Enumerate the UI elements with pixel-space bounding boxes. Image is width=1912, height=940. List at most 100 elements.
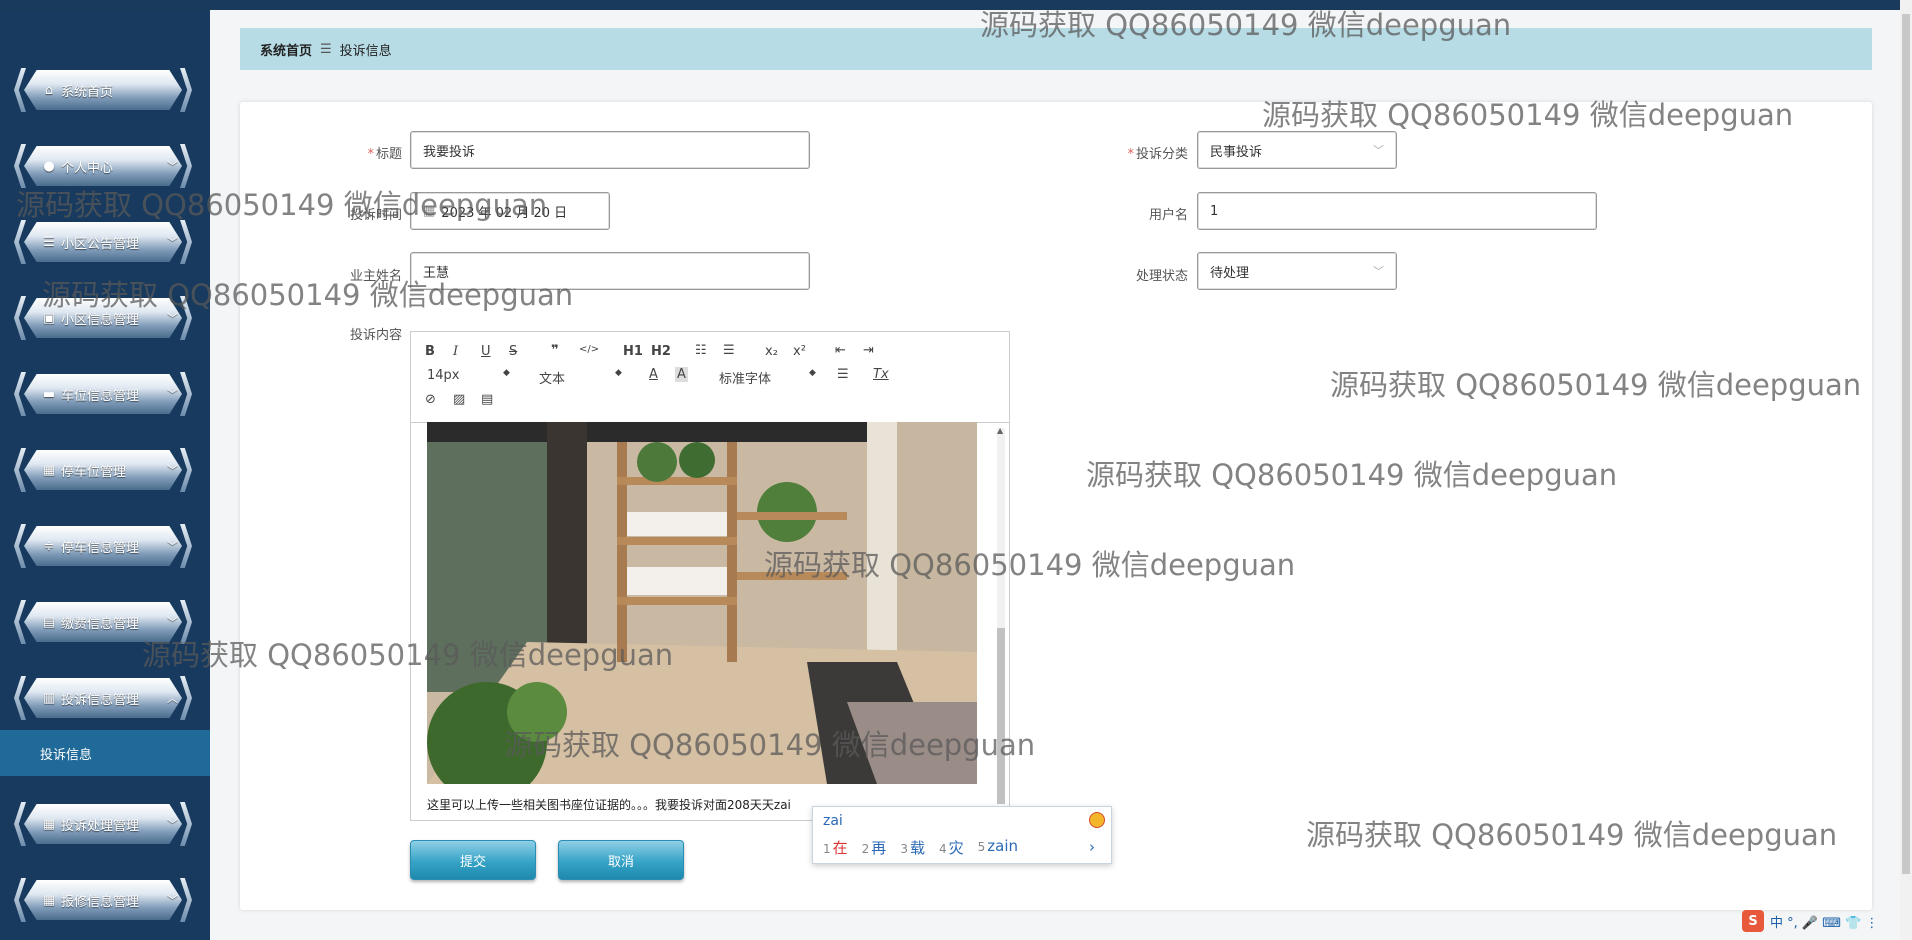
editor-body[interactable]: ▲ 这里可以上传一些相关图书座位证据的。。。我要投诉对面208天天zai — [411, 422, 1009, 820]
sidebar-item-community[interactable]: ▣ 小区信息管理 ﹀ — [14, 292, 192, 344]
scroll-up-icon[interactable]: ▲ — [997, 426, 1003, 435]
editor-scrollbar-thumb[interactable] — [997, 628, 1005, 804]
sidebar: ⌂ 系统首页 ● 个人中心 ﹀ ☰ 小区公告管理 ﹀ ▣ 小区信息管理 ﹀ ▬ 车位信息管理 ﹀ … — [0, 10, 210, 940]
sidebar-item-parking-space[interactable]: ▦ 停车位管理 ﹀ — [14, 444, 192, 496]
ime-candidate[interactable]: 3载 — [900, 837, 925, 858]
user-icon: ● — [43, 158, 55, 174]
sidebar-item-complaint-handling[interactable]: ▦ 投诉处理管理 ﹀ — [14, 798, 192, 850]
page-scrollbar-thumb[interactable] — [1902, 14, 1910, 874]
sidebar-item-personal-center[interactable]: ● 个人中心 ﹀ — [14, 140, 192, 192]
chevron-down-icon: ﹀ — [167, 894, 178, 907]
indent-button[interactable]: ⇥ — [863, 343, 874, 358]
breadcrumb-home[interactable]: 系统首页 — [260, 40, 312, 59]
sidebar-item-repair[interactable]: ▦ 报修信息管理 ﹀ — [14, 874, 192, 926]
ime-candidate[interactable]: 1在 — [823, 837, 848, 858]
ime-candidate[interactable]: 5 zain — [978, 837, 1018, 858]
ime-logo-icon — [1089, 812, 1105, 828]
chevron-down-icon: ﹀ — [167, 818, 178, 831]
status-label: 处理状态 — [1135, 269, 1188, 284]
ime-candidate-popup: zai 1在 2再 3载 4灾 5 zain › — [812, 806, 1112, 864]
subscript-button[interactable]: x₂ — [765, 344, 778, 359]
ime-toolbar: S 中 °, 🎤 ⌨ 👕 ⋮ — [1742, 906, 1912, 936]
blockquote-button[interactable]: ❞ — [551, 343, 559, 358]
username-input[interactable]: 1 — [1197, 192, 1597, 230]
strike-button[interactable]: S — [509, 344, 517, 359]
sogou-icon[interactable]: S — [1742, 910, 1764, 932]
chevron-updown-icon: ◆ — [615, 368, 622, 378]
video-icon[interactable]: ▤ — [481, 392, 493, 407]
h2-button[interactable]: H2 — [651, 344, 671, 359]
chevron-down-icon: ﹀ — [167, 616, 178, 629]
sidebar-item-label: 小区信息管理 — [61, 312, 140, 328]
grid-icon: ▦ — [42, 816, 56, 832]
sidebar-item-complaint[interactable]: ▥ 投诉信息管理 ︿ — [14, 672, 192, 724]
font-color-icon[interactable]: A — [649, 367, 658, 382]
category-label: * 投诉分类 — [1127, 147, 1188, 162]
title-label: * 标题 — [367, 147, 402, 162]
content-label: 投诉内容 — [349, 328, 402, 343]
ime-tray-icons[interactable]: 中 °, 🎤 ⌨ 👕 ⋮ — [1770, 912, 1878, 931]
sidebar-item-parking-info[interactable]: ≑ 停车信息管理 ﹀ — [14, 520, 192, 572]
owner-input[interactable]: 王慧 — [410, 252, 810, 290]
sidebar-item-label: 缴费信息管理 — [61, 616, 140, 632]
header-type-select[interactable]: 文本 — [539, 368, 565, 387]
font-family-select[interactable]: 标准字体 — [719, 368, 771, 387]
bullet-list-button[interactable]: ☰ — [723, 343, 735, 358]
sidebar-subitem-complaint-info[interactable]: 投诉信息 — [0, 730, 210, 776]
background-color-icon[interactable]: A — [675, 367, 688, 382]
sidebar-item-label: 车位信息管理 — [61, 388, 140, 404]
top-bar — [0, 0, 1912, 10]
bold-button[interactable]: B — [425, 344, 435, 359]
sidebar-item-payment[interactable]: ▤ 缴费信息管理 ﹀ — [14, 596, 192, 648]
title-input[interactable]: 我要投诉 — [410, 131, 810, 169]
sidebar-item-label: 系统首页 — [61, 84, 114, 100]
grid-icon: ▦ — [42, 462, 56, 478]
link-icon[interactable]: ⊘ — [425, 392, 436, 407]
owner-label: 业主姓名 — [349, 269, 402, 284]
time-date-picker[interactable]: ▦ 2023 年 02 月 20 日 — [410, 192, 610, 230]
chevron-down-icon: ﹀ — [167, 236, 178, 249]
italic-button[interactable]: I — [453, 344, 458, 359]
ime-candidate[interactable]: 2再 — [862, 837, 887, 858]
image-icon[interactable]: ▨ — [453, 392, 465, 407]
rich-text-editor: B I U S ❞ </> H1 H2 ☷ ☰ x₂ x² ⇤ ⇥ 14px ◆… — [410, 331, 1010, 821]
chevron-down-icon: ﹀ — [167, 312, 178, 325]
sidebar-item-label: 报修信息管理 — [61, 894, 140, 910]
chevron-updown-icon: ◆ — [809, 368, 816, 378]
code-button[interactable]: </> — [579, 344, 599, 355]
editor-scrollbar[interactable]: ▲ — [997, 426, 1005, 804]
align-icon[interactable]: ☰ — [837, 367, 849, 382]
sidebar-item-home[interactable]: ⌂ 系统首页 — [14, 64, 192, 116]
clear-format-button[interactable]: Tx — [873, 367, 889, 382]
receipt-icon: ▤ — [42, 614, 56, 630]
username-label: 用户名 — [1148, 208, 1188, 223]
grid-icon: ▦ — [42, 892, 56, 908]
superscript-button[interactable]: x² — [793, 344, 806, 359]
ime-next-page-icon[interactable]: › — [1089, 838, 1095, 856]
chevron-down-icon: ﹀ — [1373, 144, 1384, 157]
wallet-icon: ▬ — [42, 386, 56, 402]
cancel-button[interactable]: 取消 — [558, 840, 684, 880]
ime-candidate[interactable]: 4灾 — [939, 837, 964, 858]
outdent-button[interactable]: ⇤ — [835, 343, 846, 358]
submit-button[interactable]: 提交 — [410, 840, 536, 880]
sidebar-item-label: 个人中心 — [61, 160, 114, 176]
sidebar-item-announcement[interactable]: ☰ 小区公告管理 ﹀ — [14, 216, 192, 268]
page-scrollbar[interactable] — [1900, 0, 1912, 940]
underline-button[interactable]: U — [481, 344, 491, 359]
font-size-select[interactable]: 14px — [427, 368, 460, 383]
clipboard-icon: ▥ — [42, 690, 56, 706]
sidebar-item-label: 小区公告管理 — [61, 236, 140, 252]
sidebar-subitem-label: 投诉信息 — [40, 747, 93, 763]
sidebar-item-parking-space-info[interactable]: ▬ 车位信息管理 ﹀ — [14, 368, 192, 420]
h1-button[interactable]: H1 — [623, 344, 643, 359]
sidebar-item-label: 停车信息管理 — [61, 540, 140, 556]
category-select[interactable]: 民事投诉 ﹀ — [1197, 131, 1397, 169]
ordered-list-button[interactable]: ☷ — [695, 343, 707, 358]
status-select[interactable]: 待处理 ﹀ — [1197, 252, 1397, 290]
sidebar-item-label: 投诉处理管理 — [61, 818, 140, 834]
photo-balcony-image — [427, 422, 977, 784]
chevron-down-icon: ﹀ — [167, 540, 178, 553]
chevron-down-icon: ﹀ — [1373, 265, 1384, 278]
briefcase-icon: ▣ — [42, 310, 56, 326]
